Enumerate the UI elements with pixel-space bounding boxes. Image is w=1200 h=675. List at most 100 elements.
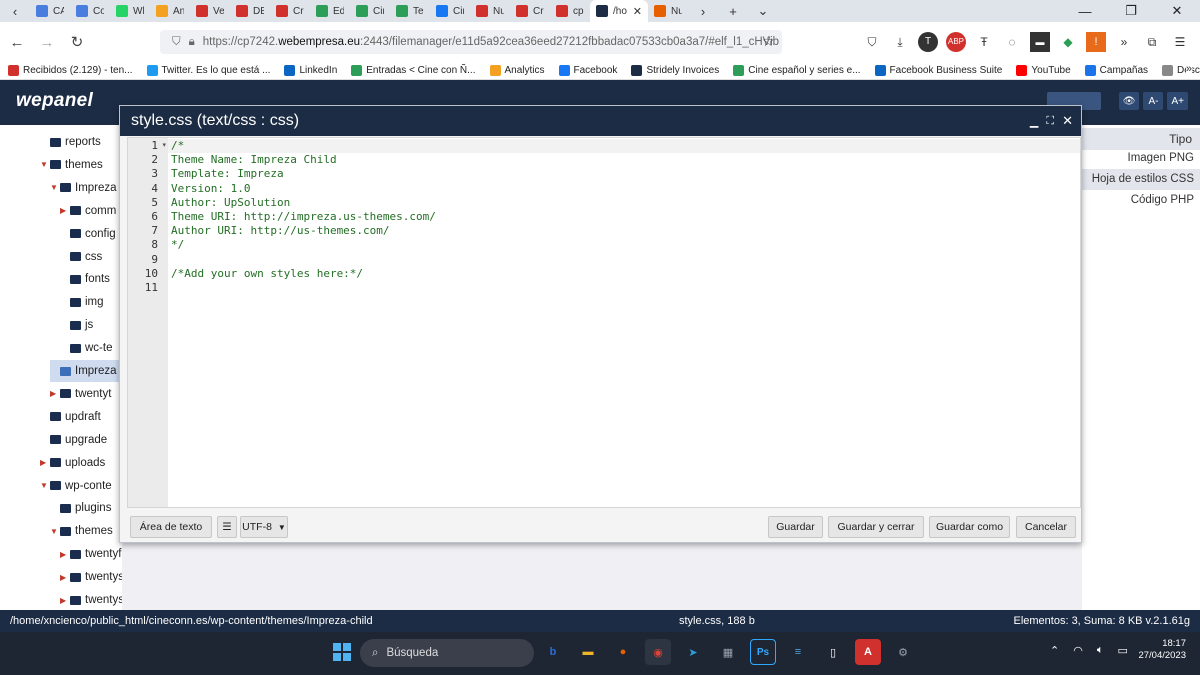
folder-tree-item[interactable]: ▶ twentyt [0,383,111,405]
tab-scroll-right-icon[interactable]: › [688,4,718,19]
tree-toggle-icon[interactable]: ▼ [50,183,60,192]
settings-sliders-icon[interactable]: ☰ [217,516,237,538]
tree-toggle-icon[interactable]: ▶ [40,458,50,467]
browser-tab[interactable]: DESA [230,0,270,22]
photoshop-icon[interactable]: Ps [750,639,776,665]
more-tools-icon[interactable]: » [1114,32,1134,52]
bookmark-item[interactable]: Analytics [489,65,545,76]
taskbar-search[interactable]: ⌕ Búsqueda [360,639,534,667]
folder-tree-item[interactable]: Impreza [50,360,122,382]
browser-tab[interactable]: Cine e [350,0,390,22]
telegram-icon[interactable]: ➤ [680,639,706,665]
back-icon[interactable]: ← [2,34,32,51]
save-button[interactable]: Guardar [768,516,823,538]
tab-close-icon[interactable]: ✕ [633,5,642,18]
wepanel-logo[interactable]: wepanel [16,90,93,112]
folder-tree-item[interactable]: updraft [0,406,101,428]
code-editor[interactable]: 1 2 3 4 5 6 7 8 9 10 11 ▾ /* Theme Name: Impreza Chi… [127,137,1081,508]
extension-circle-icon[interactable]: ◌ [1002,32,1022,52]
extension-dark-icon[interactable]: ▬ [1030,32,1050,52]
code-line[interactable]: Author URI: http://us-themes.com/ [171,224,390,238]
folder-tree-item[interactable]: ▶ twentysixteen [0,589,122,610]
bookmark-item[interactable]: Descripción general [1162,65,1200,76]
save-close-button[interactable]: Guardar y cerrar [828,516,924,538]
extension-warning-icon[interactable]: ! [1086,32,1106,52]
code-line[interactable]: /* [171,139,184,153]
folder-tree-item[interactable]: ▼ wp-conte [0,475,112,497]
folder-tree-item[interactable]: ▼ themes [0,520,113,542]
download-icon[interactable]: ⤓ [890,32,910,52]
bookmark-item[interactable]: Facebook [558,65,617,76]
bookmark-item[interactable]: Entradas < Cine con Ñ... [351,65,476,76]
column-header-type[interactable]: Tipo [1082,128,1200,150]
file-type-cell[interactable]: Hoja de estilos CSS [1082,169,1200,190]
dialog-close-icon[interactable]: ✕ [1062,113,1073,129]
browser-tab[interactable]: /ho ✕ [590,0,648,22]
fold-marker-icon[interactable]: ▾ [162,139,166,153]
tree-toggle-icon[interactable]: ▶ [60,596,70,605]
extension-color-icon[interactable]: ◆ [1058,32,1078,52]
folder-tree-item[interactable]: img [0,291,104,313]
dialog-title[interactable]: style.css (text/css : css) [120,106,1081,136]
tree-toggle-icon[interactable]: ▶ [60,550,70,559]
file-type-cell[interactable]: Imagen PNG [1128,152,1194,164]
tab-scroll-left[interactable]: ‹ [0,0,30,22]
tree-toggle-icon[interactable]: ▶ [60,206,70,215]
textarea-mode-button[interactable]: Área de texto [130,516,212,538]
menu-icon[interactable]: ☰ [1170,32,1190,52]
tray-chevron-icon[interactable]: ⌃ [1050,644,1059,657]
pocket-icon[interactable]: ⛉ [862,32,882,52]
document-icon[interactable]: ▯ [820,639,846,665]
url-bar[interactable]: ⛉ 🔒︎ https://cp7242.webempresa.eu:2443/f… [160,30,782,54]
code-line[interactable]: /*Add your own styles here:*/ [171,267,363,281]
tree-toggle-icon[interactable]: ▼ [50,527,60,536]
firefox-icon[interactable]: ● [610,639,636,665]
bookmark-item[interactable]: LinkedIn [284,65,337,76]
restore-icon[interactable]: ❐ [1108,3,1154,19]
browser-tab[interactable]: Nueva [470,0,510,22]
save-as-button[interactable]: Guardar como [929,516,1010,538]
reload-icon[interactable]: ↻ [62,33,92,51]
browser-tab[interactable]: Ver Ti [190,0,230,22]
folder-tree-item[interactable]: js [0,314,93,336]
windows-start-icon[interactable] [333,643,351,661]
folder-tree-item[interactable]: reports [0,131,101,153]
bookmark-item[interactable]: YouTube [1016,65,1071,76]
wifi-icon[interactable]: ◠ [1073,644,1083,657]
minimize-icon[interactable]: — [1062,4,1108,19]
code-line[interactable]: Template: Impreza [171,167,284,181]
extension-t-icon[interactable]: T [918,32,938,52]
folder-tree-item[interactable]: plugins [0,497,111,519]
folder-tree-item[interactable]: ▶ twentyseventeen [0,566,122,588]
bookmarks-overflow-icon[interactable]: » [1185,63,1192,75]
browser-tab[interactable]: Editar [310,0,350,22]
dialog-minimize-icon[interactable]: ▁ [1030,115,1038,128]
browser-tab[interactable]: CALE [30,0,70,22]
tree-toggle-icon[interactable]: ▶ [60,573,70,582]
adblock-icon[interactable]: ABP [946,32,966,52]
eye-icon[interactable]: 👁︎ [1118,92,1140,110]
font-increase-button[interactable]: A+ [1167,92,1188,110]
folder-tree-item[interactable]: ▶ uploads [0,452,105,474]
folder-tree-item[interactable]: ▶ twentyfifteen [0,543,122,565]
bookmark-item[interactable]: Stridely Invoices [631,65,719,76]
extension-translate-icon[interactable]: Ŧ [974,32,994,52]
tree-toggle-icon[interactable]: ▼ [40,160,50,169]
bookmark-item[interactable]: Twitter. Es lo que está ... [146,65,270,76]
browser-tab[interactable]: Crear [510,0,550,22]
code-line[interactable]: Theme URI: http://impreza.us-themes.com/ [171,210,436,224]
bookmark-star-icon[interactable]: ☆ [762,33,775,50]
folder-tree-item[interactable]: upgrade [0,429,107,451]
folder-tree-item[interactable]: ▼ Impreza [0,177,117,199]
folder-tree-item[interactable]: ▼ themes [0,154,103,176]
browser-tab[interactable]: Cine c [430,0,470,22]
folder-tree-item[interactable]: ▶ comm [0,200,116,222]
folder-tree-item[interactable]: config [0,223,116,245]
battery-icon[interactable]: ▭ [1117,644,1127,657]
browser-tab[interactable]: Crear [270,0,310,22]
tree-toggle-icon[interactable]: ▼ [40,481,50,490]
encoding-select[interactable]: UTF-8 ▼ [240,516,288,538]
acrobat-icon[interactable]: A [855,639,881,665]
cancel-button[interactable]: Cancelar [1016,516,1076,538]
tree-toggle-icon[interactable]: ▶ [50,389,60,398]
